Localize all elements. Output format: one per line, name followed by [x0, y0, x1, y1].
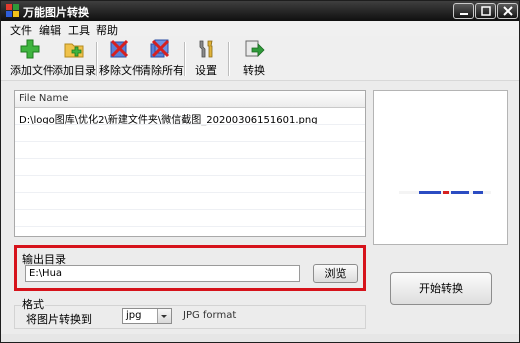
row-divider — [15, 209, 365, 210]
menu-bar: 文件 编辑 工具 帮助 — [1, 21, 519, 37]
add-file-label: 添加文件 — [10, 64, 54, 77]
row-divider — [15, 226, 365, 227]
convert-button[interactable]: 转换 — [239, 38, 269, 78]
add-directory-label: 添加目录 — [52, 64, 96, 77]
close-button[interactable] — [497, 3, 518, 19]
clear-all-icon — [150, 39, 170, 58]
row-divider — [15, 175, 365, 176]
dropdown-button[interactable] — [157, 309, 171, 323]
toolbar-separator — [228, 42, 230, 76]
toolbar: 添加文件 添加目录 移除文件 清除所有 设置 转换 — [1, 36, 519, 81]
column-header-label: File Name — [19, 93, 69, 104]
add-directory-button[interactable]: 添加目录 — [52, 38, 96, 78]
window-title: 万能图片转换 — [23, 6, 89, 19]
remove-file-label: 移除文件 — [99, 64, 143, 77]
output-directory-input[interactable] — [25, 265, 300, 282]
minimize-button[interactable] — [453, 3, 474, 19]
settings-button[interactable]: 设置 — [191, 38, 221, 78]
file-name-column-header[interactable]: File Name — [15, 91, 365, 108]
maximize-icon — [481, 6, 491, 16]
toolbar-separator — [96, 42, 98, 76]
convert-icon — [245, 40, 265, 57]
close-icon — [503, 6, 513, 16]
add-plus-icon — [20, 39, 40, 59]
settings-label: 设置 — [195, 64, 217, 77]
format-select[interactable]: jpg — [122, 308, 172, 324]
clear-all-button[interactable]: 清除所有 — [140, 38, 184, 78]
output-directory-group: 输出目录 浏览 — [14, 245, 366, 291]
chevron-down-icon — [161, 315, 167, 318]
start-convert-button[interactable]: 开始转换 — [390, 272, 492, 305]
title-bar: 万能图片转换 — [1, 1, 519, 21]
browse-button[interactable]: 浏览 — [313, 264, 358, 283]
add-file-button[interactable]: 添加文件 — [10, 38, 54, 78]
row-divider — [15, 192, 365, 193]
remove-file-button[interactable]: 移除文件 — [99, 38, 143, 78]
file-list[interactable]: File Name D:\logo图库\优化2\新建文件夹\微信截图_20200… — [14, 90, 366, 237]
toolbar-separator — [184, 42, 186, 76]
preview-thumbnail — [399, 191, 491, 194]
bottom-strip — [1, 334, 519, 342]
app-logo-icon — [6, 4, 19, 17]
row-divider — [15, 124, 365, 125]
row-divider — [15, 141, 365, 142]
convert-to-label: 将图片转换到 — [26, 313, 92, 326]
settings-tools-icon — [199, 40, 213, 58]
remove-file-icon — [110, 39, 129, 58]
add-folder-icon — [64, 43, 84, 58]
row-divider — [15, 158, 365, 159]
format-group-title: 格式 — [21, 296, 45, 312]
maximize-button[interactable] — [475, 3, 496, 19]
format-description: JPG format — [183, 310, 237, 321]
minimize-icon — [460, 13, 468, 15]
image-preview — [373, 90, 508, 245]
convert-label: 转换 — [243, 64, 265, 77]
clear-all-label: 清除所有 — [140, 64, 184, 77]
format-selected-value: jpg — [126, 310, 142, 321]
app-window: 万能图片转换 文件 编辑 工具 帮助 添加文件 添加目录 移除文件 清除所有 设… — [0, 0, 520, 343]
